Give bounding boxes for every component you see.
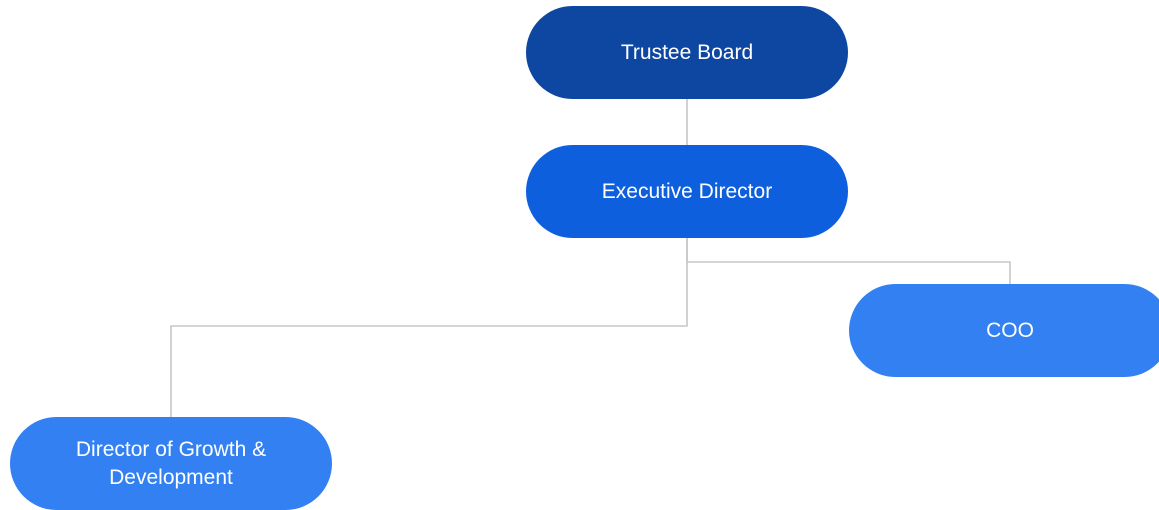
node-director-growth-development: Director of Growth & Development xyxy=(10,417,332,510)
connector-executive-to-coo xyxy=(686,238,1011,284)
org-chart-canvas: Trustee Board Executive Director COO Dir… xyxy=(0,0,1159,510)
node-label-executive-director: Executive Director xyxy=(601,179,773,203)
node-label-trustee-board: Trustee Board xyxy=(620,40,754,64)
node-label-director-growth-development: Director of Growth & Development xyxy=(75,437,267,489)
node-trustee-board: Trustee Board xyxy=(526,6,848,99)
node-executive-director: Executive Director xyxy=(526,145,848,238)
node-coo: COO xyxy=(849,284,1159,377)
connector-executive-to-director-growth xyxy=(170,238,688,417)
node-label-coo: COO xyxy=(986,318,1034,342)
